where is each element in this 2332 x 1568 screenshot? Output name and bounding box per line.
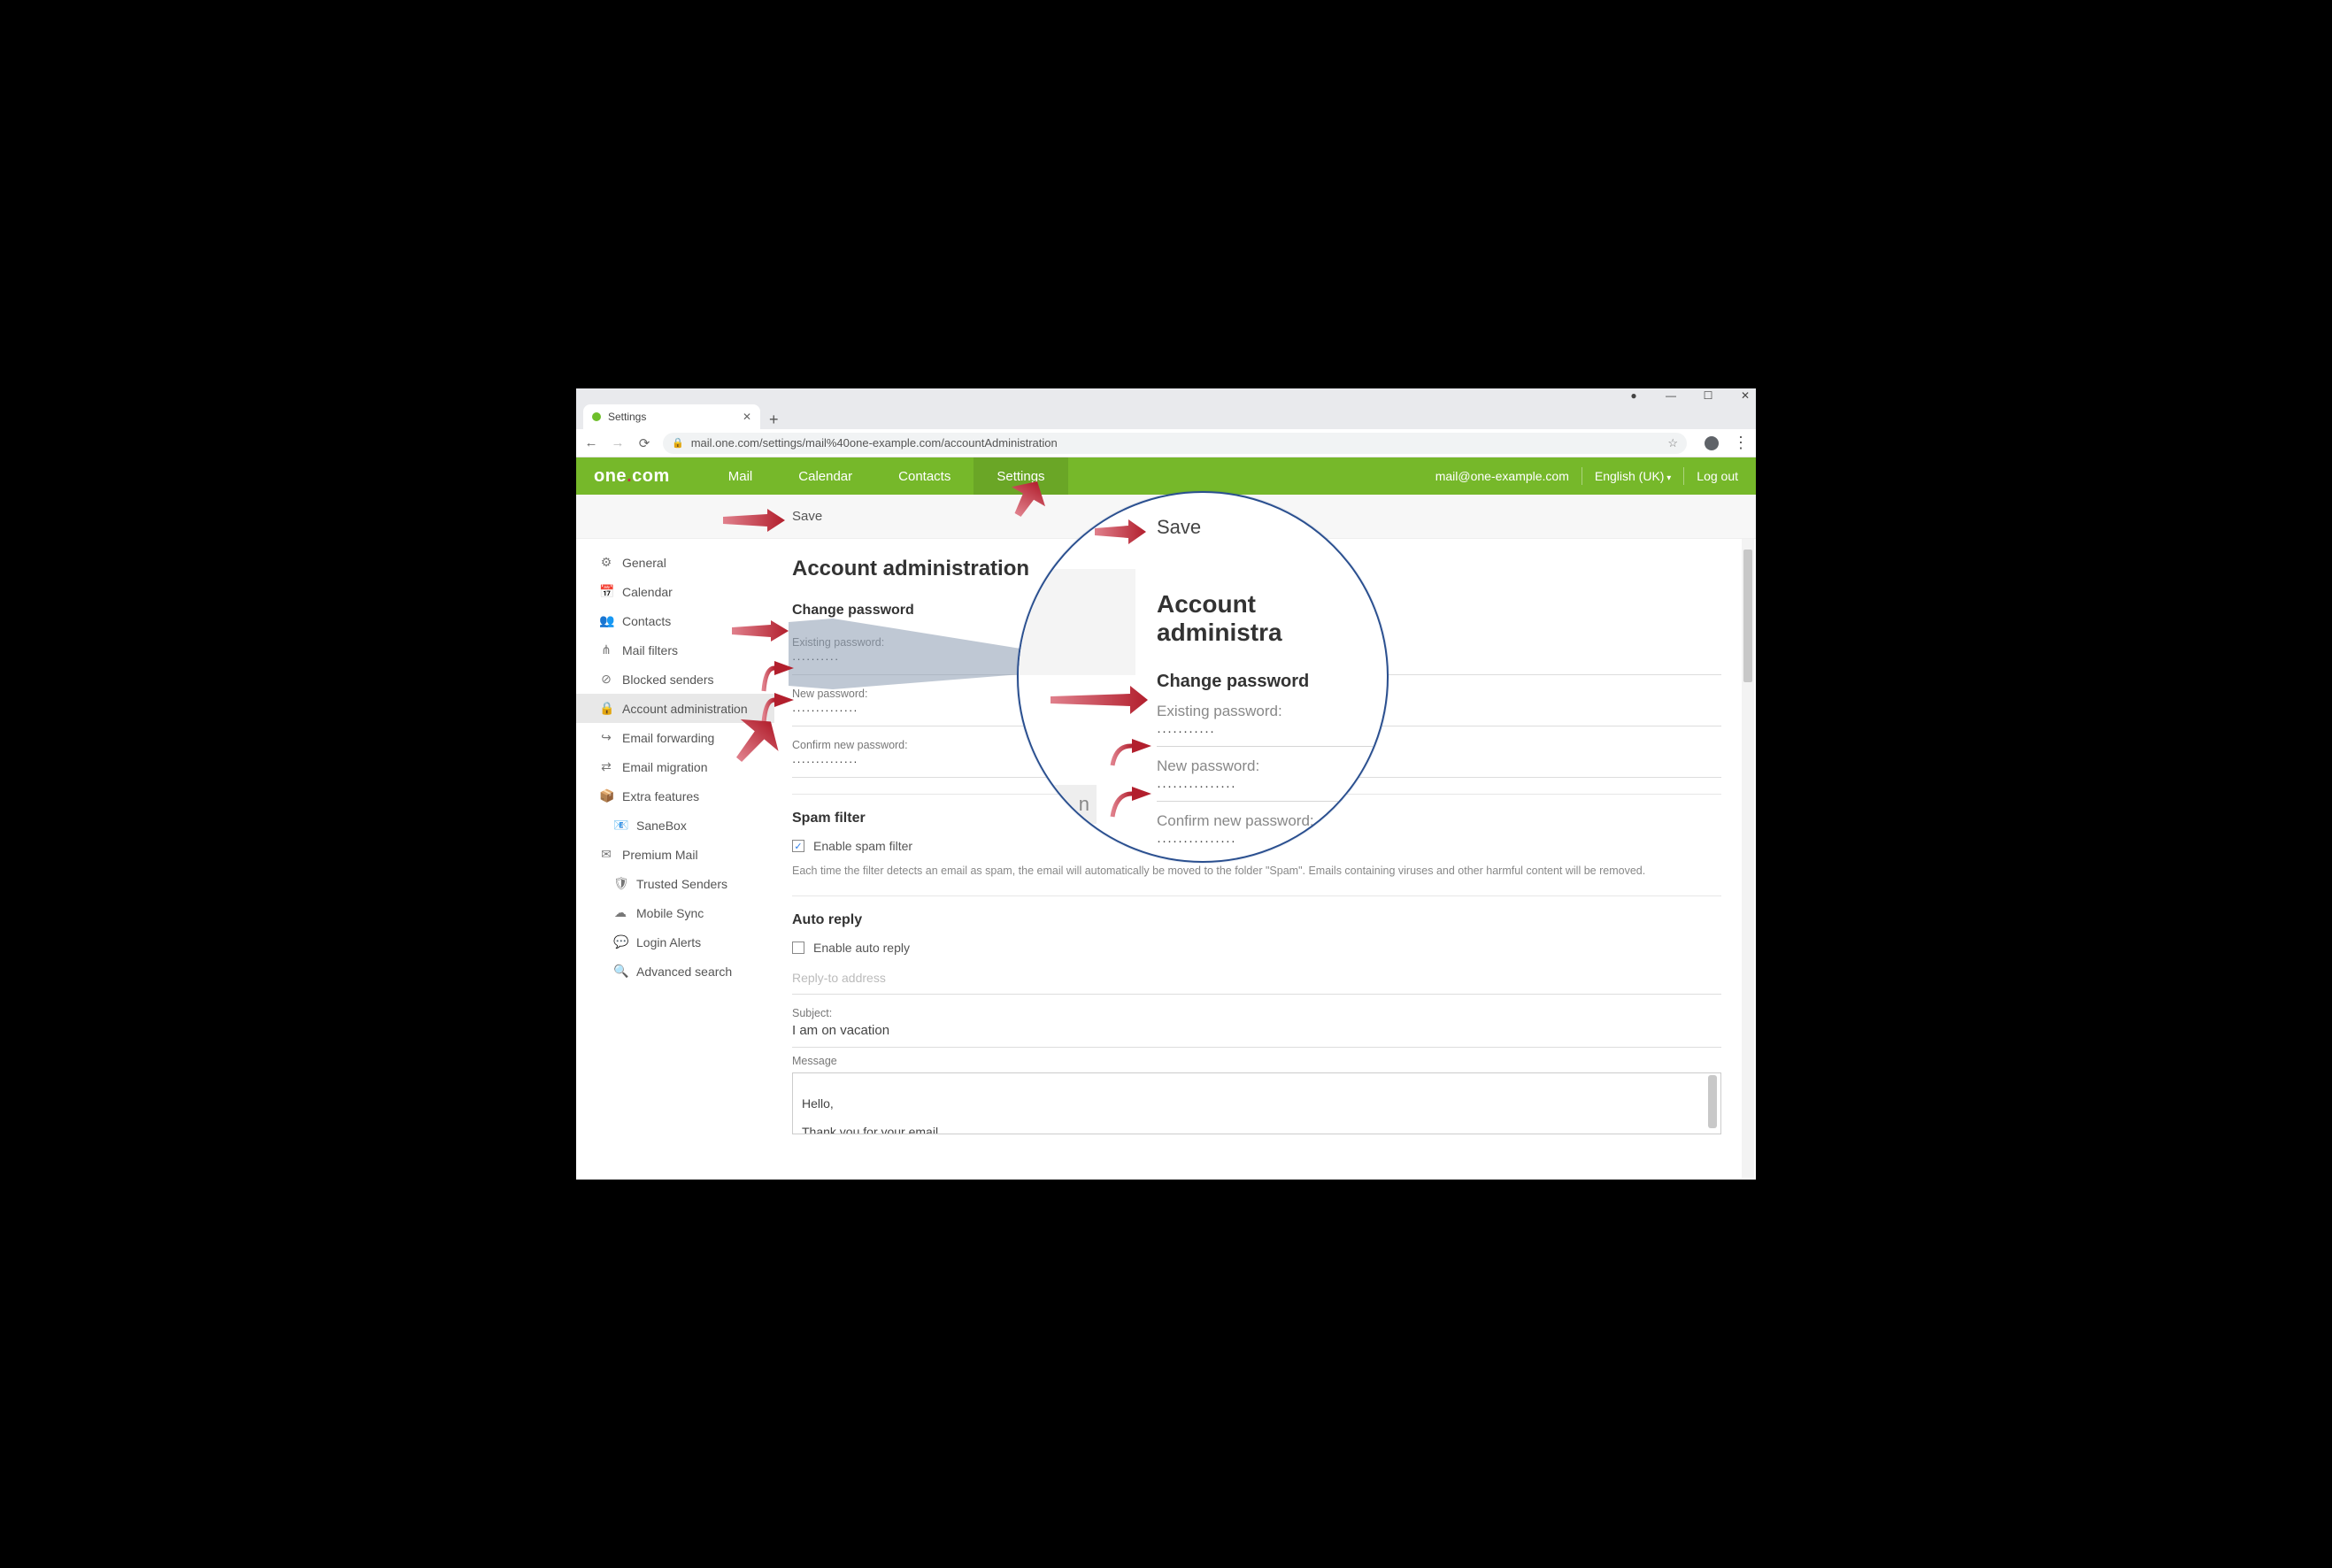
sidebar-label: Login Alerts <box>636 935 701 949</box>
window-maximize-icon[interactable]: ☐ <box>1703 390 1713 401</box>
sidebar-label: Mail filters <box>622 643 678 657</box>
section-auto-reply: Auto reply <box>792 912 1738 928</box>
tab-title: Settings <box>608 411 646 423</box>
sidebar-item-login-alerts[interactable]: 💬 Login Alerts <box>576 927 774 957</box>
sidebar-label: Calendar <box>622 585 673 599</box>
mag-pw-section: Change password <box>1157 672 1387 692</box>
sidebar-item-blocked-senders[interactable]: ⊘ Blocked senders <box>576 665 774 694</box>
magnifier-overlay: n Save Account administra Change passwor… <box>1017 491 1389 863</box>
window-minimize-icon[interactable]: — <box>1666 390 1676 401</box>
checkbox-checked-icon: ✓ <box>792 840 804 852</box>
url-text: mail.one.com/settings/mail%40one-example… <box>691 436 1058 450</box>
sidebar-item-advanced-search[interactable]: 🔍 Advanced search <box>576 957 774 986</box>
settings-sidebar: ⚙ General 📅 Calendar 👥 Contacts ⋔ Mail filters ⊘… <box>576 539 774 1180</box>
sidebar-icon: 🛡 <box>613 876 627 891</box>
save-button[interactable]: Save <box>792 509 822 524</box>
sidebar-label: SaneBox <box>636 819 687 833</box>
sidebar-item-sanebox[interactable]: 📧 SaneBox <box>576 811 774 840</box>
sidebar-icon: 🔍 <box>613 964 627 979</box>
brand-logo[interactable]: one.com <box>594 466 670 487</box>
message-label: Message <box>792 1055 1738 1067</box>
sidebar-label: Email forwarding <box>622 731 714 745</box>
logout-link[interactable]: Log out <box>1697 469 1738 483</box>
language-selector[interactable]: English (UK) <box>1595 469 1671 483</box>
sidebar-item-calendar[interactable]: 📅 Calendar <box>576 577 774 606</box>
sidebar-label: Advanced search <box>636 965 732 979</box>
sidebar-label: Trusted Senders <box>636 877 727 891</box>
sidebar-item-contacts[interactable]: 👥 Contacts <box>576 606 774 635</box>
subject-field[interactable]: Subject: I am on vacation <box>792 1002 1721 1048</box>
browser-tabstrip: Settings ✕ + <box>576 403 1756 429</box>
account-email[interactable]: mail@one-example.com <box>1435 469 1569 483</box>
nav-calendar[interactable]: Calendar <box>775 457 875 495</box>
sidebar-label: Email migration <box>622 760 707 774</box>
sidebar-icon: ↪ <box>599 730 613 745</box>
profile-icon[interactable] <box>1705 436 1719 450</box>
sidebar-icon: ✉ <box>599 847 613 862</box>
address-bar[interactable]: 🔒 mail.one.com/settings/mail%40one-examp… <box>663 433 1687 454</box>
lock-icon: 🔒 <box>672 437 684 449</box>
message-textarea[interactable]: Hello, Thank you for your email. <box>792 1072 1721 1134</box>
app-header: one.com Mail Calendar Contacts Settings … <box>576 457 1756 495</box>
browser-toolbar: ← → ⟳ 🔒 mail.one.com/settings/mail%40one… <box>576 429 1756 457</box>
enable-autoreply-checkbox[interactable]: Enable auto reply <box>792 941 1738 955</box>
sidebar-label: Extra features <box>622 789 699 803</box>
browser-tab[interactable]: Settings ✕ <box>583 404 760 429</box>
tab-close-icon[interactable]: ✕ <box>743 411 751 423</box>
spam-description: Each time the filter detects an email as… <box>792 864 1721 880</box>
sidebar-item-email-forwarding[interactable]: ↪ Email forwarding <box>576 723 774 752</box>
sidebar-label: Mobile Sync <box>636 906 704 920</box>
sidebar-icon: 💬 <box>613 934 627 949</box>
forward-button[interactable]: → <box>610 435 626 450</box>
nav-contacts[interactable]: Contacts <box>875 457 974 495</box>
sidebar-item-account-administration[interactable]: 🔒 Account administration <box>576 694 774 723</box>
reload-button[interactable]: ⟳ <box>636 435 652 451</box>
sidebar-label: Premium Mail <box>622 848 698 862</box>
sidebar-icon: 📦 <box>599 788 613 803</box>
window-close-icon[interactable]: ✕ <box>1740 390 1751 401</box>
sidebar-item-premium-mail[interactable]: ✉ Premium Mail <box>576 840 774 869</box>
nav-mail[interactable]: Mail <box>705 457 776 495</box>
mag-save: Save <box>1157 516 1387 539</box>
bookmark-star-icon[interactable]: ☆ <box>1667 436 1678 450</box>
incognito-indicator-icon: ● <box>1628 390 1639 401</box>
sidebar-label: Blocked senders <box>622 673 714 687</box>
sidebar-icon: 📅 <box>599 584 613 599</box>
new-tab-button[interactable]: + <box>760 411 788 429</box>
sidebar-item-mail-filters[interactable]: ⋔ Mail filters <box>576 635 774 665</box>
mag-title: Account administra <box>1157 590 1387 647</box>
browser-menu-icon[interactable]: ⋮ <box>1733 434 1749 452</box>
sidebar-icon: ⊘ <box>599 672 613 687</box>
back-button[interactable]: ← <box>583 435 599 450</box>
sidebar-icon: ⇄ <box>599 759 613 774</box>
nav-settings[interactable]: Settings <box>974 457 1067 495</box>
sidebar-label: General <box>622 556 666 570</box>
sidebar-item-trusted-senders[interactable]: 🛡 Trusted Senders <box>576 869 774 898</box>
scrollbar-thumb[interactable] <box>1743 550 1752 682</box>
sidebar-item-mobile-sync[interactable]: ☁ Mobile Sync <box>576 898 774 927</box>
sidebar-item-email-migration[interactable]: ⇄ Email migration <box>576 752 774 781</box>
sidebar-icon: ⚙ <box>599 555 613 570</box>
window-titlebar: ● — ☐ ✕ <box>576 388 1756 403</box>
favicon-icon <box>592 412 601 421</box>
sidebar-icon: ☁ <box>613 905 627 920</box>
sidebar-item-general[interactable]: ⚙ General <box>576 548 774 577</box>
sidebar-icon: 📧 <box>613 818 627 833</box>
sidebar-label: Account administration <box>622 702 748 716</box>
sidebar-icon: ⋔ <box>599 642 613 657</box>
page-scrollbar[interactable] <box>1742 539 1754 1178</box>
replyto-field[interactable]: Reply-to address <box>792 965 1721 995</box>
checkbox-unchecked-icon <box>792 942 804 954</box>
sidebar-icon: 🔒 <box>599 701 613 716</box>
sidebar-icon: 👥 <box>599 613 613 628</box>
sidebar-label: Contacts <box>622 614 671 628</box>
sidebar-item-extra-features[interactable]: 📦 Extra features <box>576 781 774 811</box>
